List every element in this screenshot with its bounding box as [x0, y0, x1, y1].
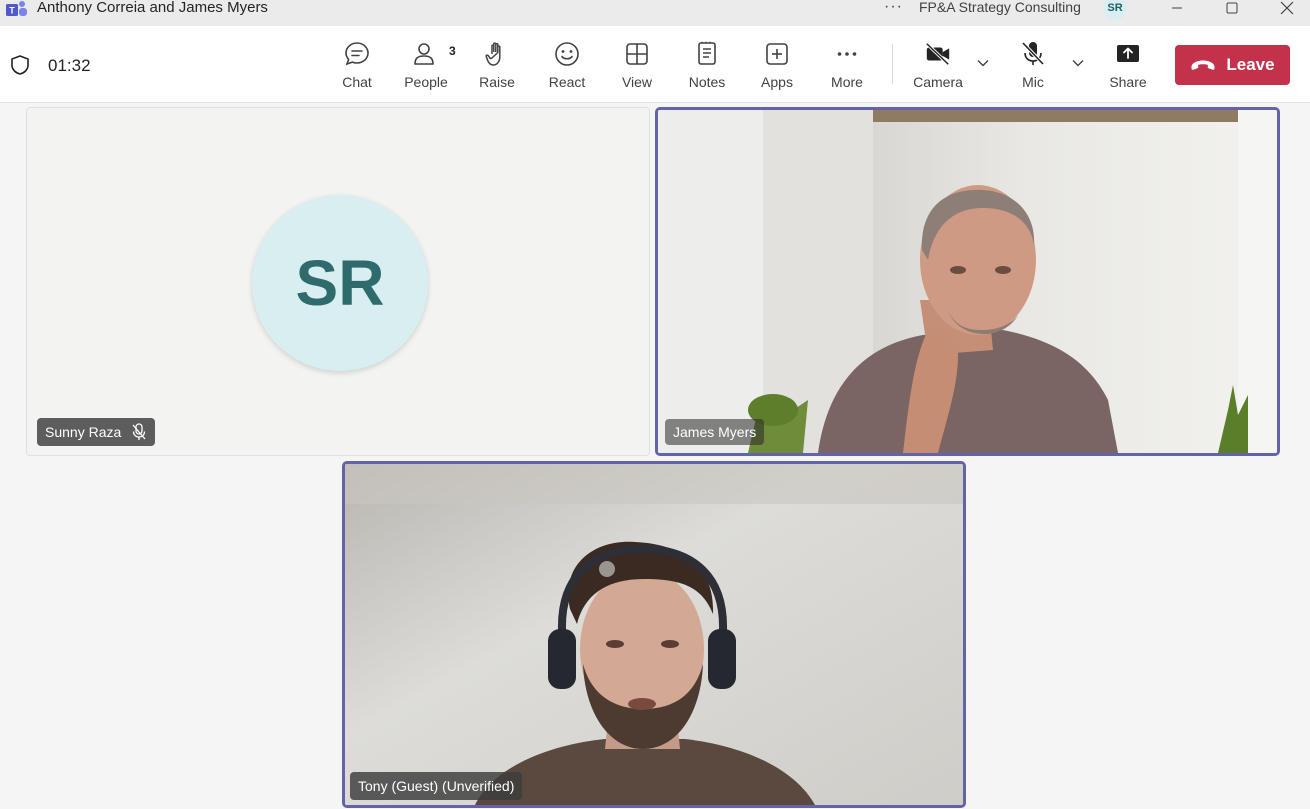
close-button[interactable] [1272, 0, 1302, 16]
user-avatar[interactable]: SR [1103, 0, 1127, 20]
participant-tile-tony[interactable]: Tony (Guest) (Unverified) [342, 461, 966, 808]
notes-icon [693, 40, 721, 68]
apps-button[interactable]: Apps [746, 40, 808, 96]
leave-button[interactable]: Leave [1175, 45, 1290, 85]
people-label: People [404, 74, 448, 90]
share-label: Share [1109, 74, 1147, 90]
meeting-timer: 01:32 [48, 56, 91, 75]
chat-label: Chat [342, 74, 372, 90]
window-title: Anthony Correia and James Myers [37, 0, 268, 16]
mic-button[interactable]: Mic [1002, 40, 1064, 96]
more-button[interactable]: More [816, 40, 878, 96]
hand-icon [483, 40, 511, 68]
react-label: React [548, 74, 586, 90]
camera-options-chevron-down-icon[interactable] [976, 56, 990, 70]
participant-tile-james-myers[interactable]: James Myers [655, 107, 1280, 456]
share-tray-icon [1114, 40, 1142, 68]
teams-logo-icon: T [6, 1, 27, 16]
title-bar: T Anthony Correia and James Myers ··· FP… [0, 0, 1310, 26]
view-button[interactable]: View [606, 40, 668, 96]
minimize-icon [1172, 7, 1182, 9]
participant-name: Sunny Raza [45, 424, 122, 440]
meeting-toolbar: 01:32 Chat 3 People Raise React View Not… [0, 26, 1310, 103]
apps-label: Apps [761, 74, 793, 90]
toolbar-divider [892, 44, 893, 84]
ellipsis-icon [833, 40, 861, 68]
raise-hand-button[interactable]: Raise [466, 40, 528, 96]
mic-options-chevron-down-icon[interactable] [1071, 56, 1085, 70]
people-button[interactable]: 3 People [395, 40, 457, 96]
notes-button[interactable]: Notes [676, 40, 738, 96]
plus-square-icon [763, 40, 791, 68]
view-label: View [621, 74, 653, 90]
participant-name-tag: Sunny Raza [37, 418, 156, 446]
react-button[interactable]: React [536, 40, 598, 96]
avatar: SR [252, 195, 428, 371]
mic-label: Mic [1022, 74, 1044, 90]
camera-button[interactable]: Camera [907, 40, 969, 96]
participant-video-feed [345, 464, 963, 805]
phone-hangup-icon [1191, 60, 1215, 70]
participant-name: Tony (Guest) (Unverified) [358, 778, 515, 794]
minimize-button[interactable] [1162, 0, 1192, 16]
participant-name-tag: James Myers [665, 419, 765, 445]
mic-off-icon [1019, 40, 1047, 68]
shield-icon[interactable] [10, 54, 30, 76]
participant-video-feed [658, 110, 1277, 453]
notes-label: Notes [688, 74, 726, 90]
participant-name-tag: Tony (Guest) (Unverified) [350, 772, 523, 800]
participant-count: 3 [449, 44, 456, 58]
camera-label: Camera [913, 74, 963, 90]
maximize-icon [1226, 2, 1238, 14]
people-icon: 3 [412, 40, 456, 68]
close-icon [1280, 1, 1294, 15]
camera-off-icon [924, 40, 952, 68]
smiley-icon [553, 40, 581, 68]
chat-icon [343, 40, 371, 68]
svg-text:T: T [9, 6, 15, 16]
leave-label: Leave [1226, 55, 1275, 74]
chat-button[interactable]: Chat [326, 40, 388, 96]
maximize-button[interactable] [1217, 0, 1247, 16]
share-button[interactable]: Share [1097, 40, 1159, 96]
participant-name: James Myers [673, 424, 757, 440]
grid-icon [623, 40, 651, 68]
org-name[interactable]: FP&A Strategy Consulting [919, 0, 1081, 14]
participant-tile-sunny-raza[interactable]: SR Sunny Raza [26, 107, 650, 456]
mic-off-icon [132, 423, 146, 440]
raise-label: Raise [479, 74, 515, 90]
more-options-icon[interactable]: ··· [884, 0, 903, 16]
more-label: More [831, 74, 863, 90]
